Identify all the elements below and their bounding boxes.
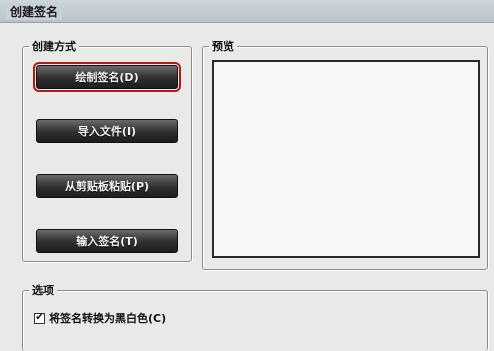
convert-bw-option[interactable]: ✔ 将签名转换为黑白色(C) bbox=[34, 310, 166, 326]
draw-signature-button[interactable]: 绘制签名(D) bbox=[33, 62, 181, 92]
preview-legend: 预览 bbox=[209, 38, 237, 54]
convert-bw-checkbox[interactable]: ✔ bbox=[34, 312, 45, 324]
paste-clipboard-button[interactable]: 从剪贴板粘贴(P) bbox=[36, 174, 178, 198]
convert-bw-label: 将签名转换为黑白色(C) bbox=[49, 312, 167, 325]
options-legend: 选项 bbox=[29, 282, 57, 298]
signature-preview-area bbox=[212, 60, 480, 258]
type-signature-button[interactable]: 输入签名(T) bbox=[36, 229, 178, 253]
create-method-legend: 创建方式 bbox=[29, 38, 79, 54]
window-title: 创建签名 bbox=[6, 3, 63, 20]
title-bar[interactable]: 创建签名 bbox=[0, 0, 494, 23]
import-file-button[interactable]: 导入文件(I) bbox=[36, 119, 178, 143]
